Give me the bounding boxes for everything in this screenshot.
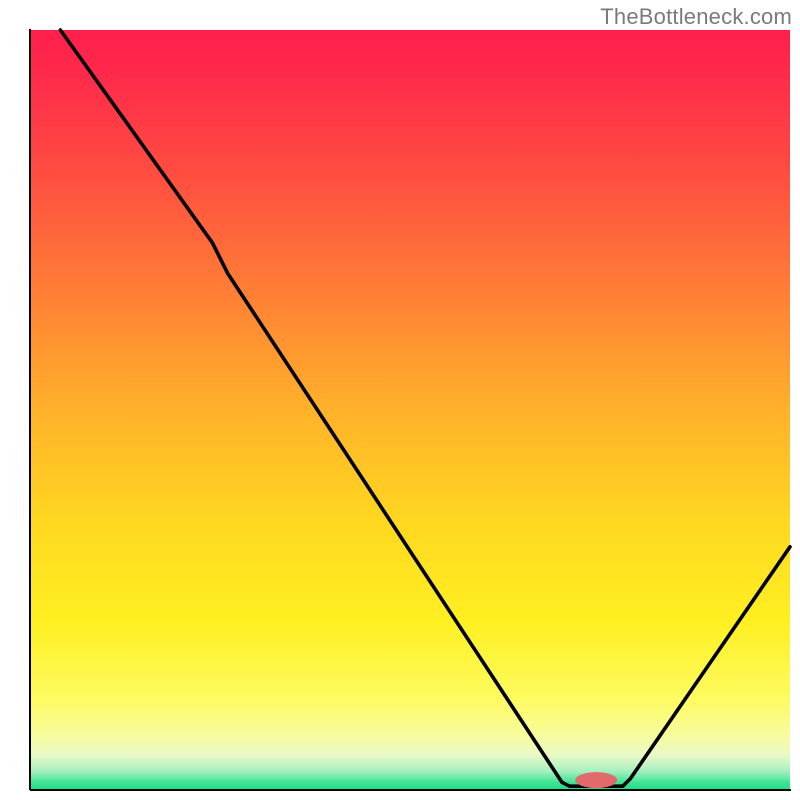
- optimal-marker: [575, 772, 617, 788]
- chart-svg: [0, 0, 800, 800]
- bottleneck-chart: [0, 0, 800, 800]
- watermark-label: TheBottleneck.com: [600, 4, 792, 30]
